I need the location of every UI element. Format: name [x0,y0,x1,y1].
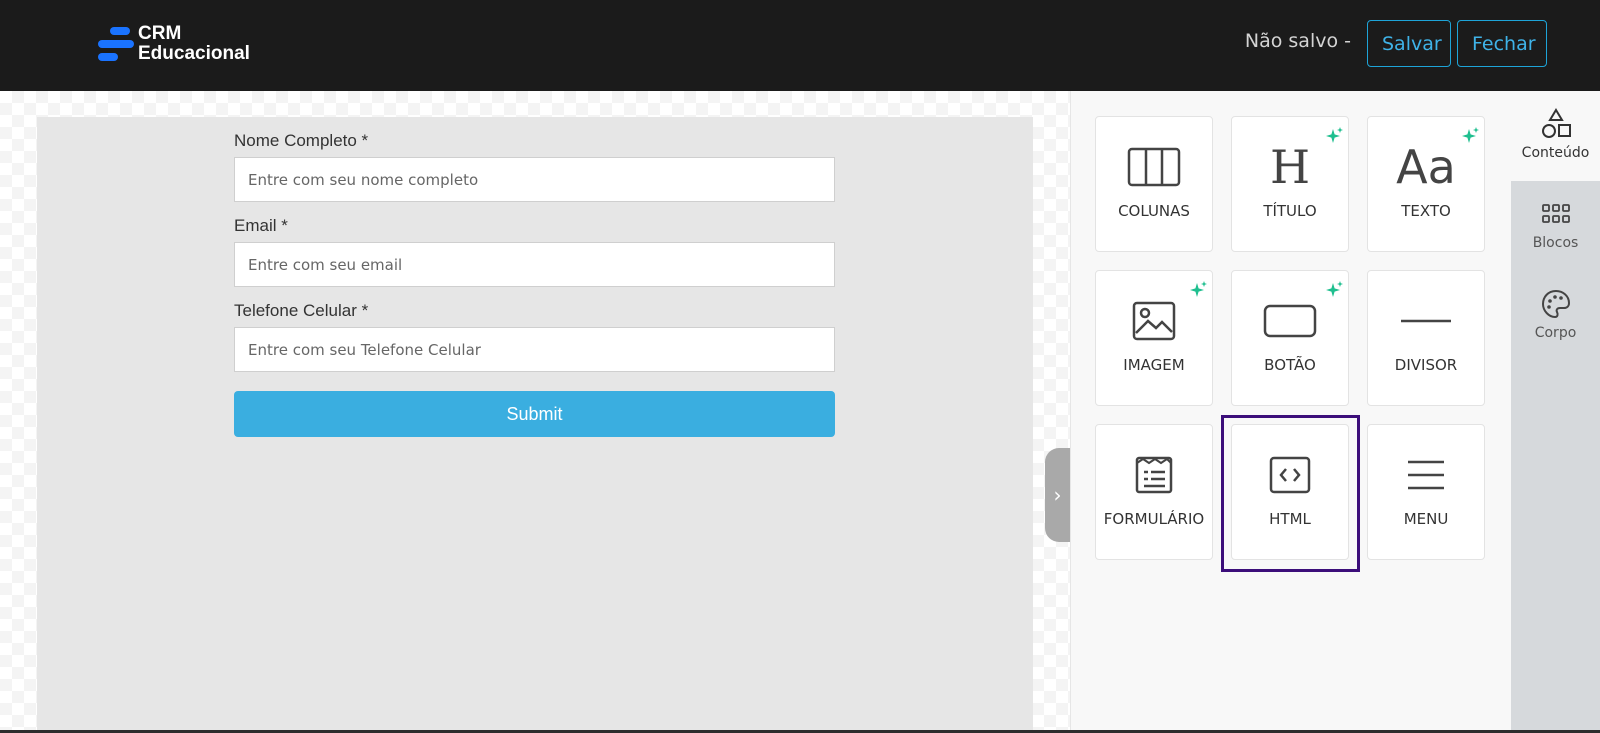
heading-icon: H [1269,140,1311,194]
tile-label: MENU [1403,510,1449,528]
brand-name-line1: CRM [138,23,182,44]
tile-html[interactable]: HTML [1231,424,1349,560]
save-button[interactable]: Salvar [1367,20,1451,67]
tile-imagem[interactable]: IMAGEM [1095,270,1213,406]
email-label: Email * [234,216,288,235]
palette-icon [1539,287,1573,321]
tile-label: BOTÃO [1264,356,1316,374]
tile-label: TÍTULO [1263,202,1317,220]
save-status: Não salvo - [1244,30,1351,52]
top-bar: CRM Educacional Não salvo - Salvar Fecha… [0,0,1600,91]
blocks-grid-icon [1539,197,1573,231]
phone-input[interactable] [234,327,835,372]
text-icon: Aa [1396,140,1456,194]
image-icon [1096,297,1212,345]
chevron-right-icon: › [1053,483,1062,507]
tile-label: TEXTO [1401,202,1451,220]
email-input[interactable] [234,242,835,287]
side-tab-rail: Conteúdo Blocos Corpo [1511,91,1600,733]
tile-label: COLUNAS [1118,202,1190,220]
phone-label: Telefone Celular * [234,301,369,320]
tile-label: IMAGEM [1123,356,1185,374]
tile-divisor[interactable]: DIVISOR [1367,270,1485,406]
divider-icon [1368,297,1484,345]
tab-label: Blocos [1532,235,1579,251]
form-icon [1096,451,1212,499]
tile-label: DIVISOR [1394,356,1458,374]
tab-label: Conteúdo [1521,145,1590,161]
button-icon [1232,297,1348,345]
close-button[interactable]: Fechar [1457,20,1547,67]
editor-canvas: Nome Completo * Email * Telefone Celular… [0,91,1070,733]
tab-blocos[interactable]: Blocos [1511,181,1600,271]
tile-label: HTML [1269,510,1311,528]
brand-name-line2: Educacional [138,43,250,64]
tile-formulario[interactable]: FORMULÁRIO [1095,424,1213,560]
tile-menu[interactable]: MENU [1367,424,1485,560]
tile-texto[interactable]: Aa TEXTO [1367,116,1485,252]
panel-collapse-handle[interactable]: › [1045,448,1070,542]
menu-icon [1368,451,1484,499]
columns-icon [1096,143,1212,191]
full-name-label: Nome Completo * [234,131,369,150]
tab-conteudo[interactable]: Conteúdo [1511,91,1600,181]
brand-logo[interactable]: CRM Educacional [98,24,250,64]
signup-form[interactable]: Nome Completo * Email * Telefone Celular… [234,117,835,437]
tab-corpo[interactable]: Corpo [1511,271,1600,361]
logo-mark-icon [98,24,134,64]
tile-colunas[interactable]: COLUNAS [1095,116,1213,252]
tile-titulo[interactable]: H TÍTULO [1231,116,1349,252]
submit-button[interactable]: Submit [234,391,835,437]
full-name-input[interactable] [234,157,835,202]
shapes-icon [1539,107,1573,141]
tab-label: Corpo [1534,325,1577,341]
tile-botao[interactable]: BOTÃO [1231,270,1349,406]
email-page[interactable]: Nome Completo * Email * Telefone Celular… [37,117,1033,733]
tile-label: FORMULÁRIO [1103,510,1205,528]
code-icon [1232,451,1348,499]
